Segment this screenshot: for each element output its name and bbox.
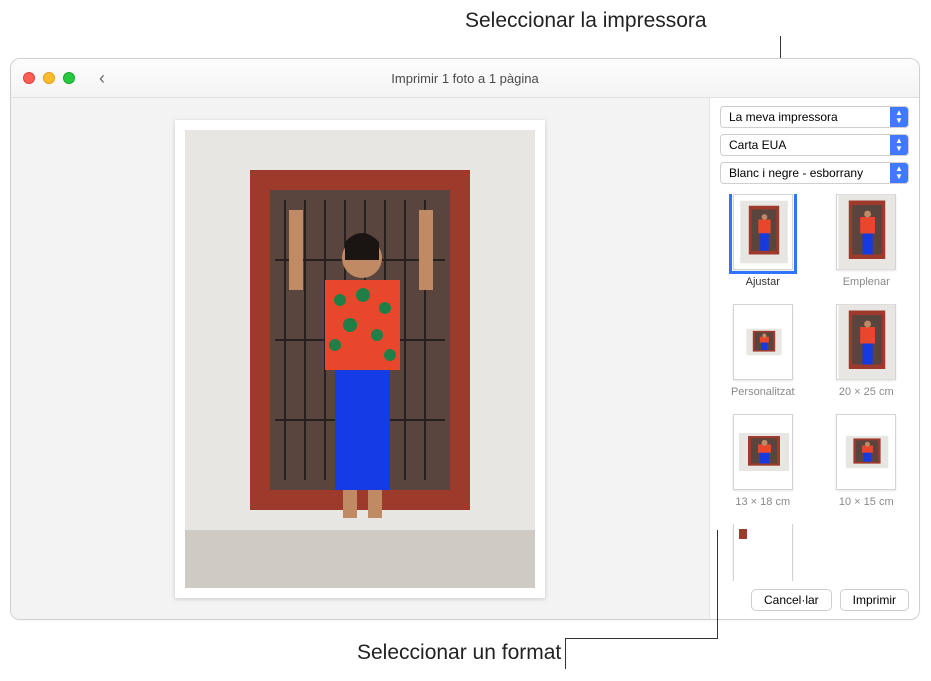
window-content: La meva impressora Carta EUA Blanc i neg… bbox=[11, 98, 919, 619]
preview-page bbox=[175, 120, 545, 598]
print-sidebar: La meva impressora Carta EUA Blanc i neg… bbox=[709, 98, 919, 619]
callout-line bbox=[565, 639, 566, 669]
titlebar: ‹ Imprimir 1 foto a 1 pàgina bbox=[11, 59, 919, 98]
preview-photo bbox=[185, 130, 535, 588]
cancel-button[interactable]: Cancel·lar bbox=[751, 589, 832, 611]
print-window: ‹ Imprimir 1 foto a 1 pàgina bbox=[10, 58, 920, 620]
callout-line bbox=[565, 638, 718, 639]
annotation-printer: Seleccionar la impressora bbox=[465, 9, 707, 33]
format-label: Ajustar bbox=[746, 276, 780, 288]
callout-line bbox=[717, 530, 718, 639]
print-button[interactable]: Imprimir bbox=[840, 589, 909, 611]
format-option-10x15[interactable]: 10 × 15 cm bbox=[824, 414, 910, 508]
format-option-fill[interactable]: Emplenar bbox=[824, 194, 910, 288]
dropdown-arrows-icon bbox=[890, 135, 908, 155]
format-option-custom[interactable]: Personalitzat bbox=[720, 304, 806, 398]
annotation-format: Seleccionar un format bbox=[357, 641, 561, 665]
format-label: 13 × 18 cm bbox=[735, 496, 790, 508]
dropdown-arrows-icon bbox=[890, 107, 908, 127]
format-label: Emplenar bbox=[843, 276, 890, 288]
dropdown-arrows-icon bbox=[890, 163, 908, 183]
quality-select[interactable]: Blanc i negre - esborrany bbox=[720, 162, 909, 184]
printer-select-value: La meva impressora bbox=[729, 110, 838, 124]
format-thumb bbox=[733, 304, 793, 380]
paper-size-select[interactable]: Carta EUA bbox=[720, 134, 909, 156]
back-button[interactable]: ‹ bbox=[99, 68, 105, 89]
format-thumb bbox=[733, 524, 793, 581]
format-thumb bbox=[836, 304, 896, 380]
format-option-20x25[interactable]: 20 × 25 cm bbox=[824, 304, 910, 398]
close-button[interactable] bbox=[23, 72, 35, 84]
format-thumb bbox=[836, 194, 896, 270]
format-thumb bbox=[733, 414, 793, 490]
quality-value: Blanc i negre - esborrany bbox=[729, 166, 863, 180]
format-grid: Ajustar Emplenar Personalitzat bbox=[720, 194, 909, 581]
window-controls bbox=[11, 72, 75, 84]
minimize-button[interactable] bbox=[43, 72, 55, 84]
print-preview-area bbox=[11, 98, 709, 619]
format-label: 10 × 15 cm bbox=[839, 496, 894, 508]
format-thumb bbox=[733, 194, 793, 270]
paper-size-value: Carta EUA bbox=[729, 138, 786, 152]
fullscreen-button[interactable] bbox=[63, 72, 75, 84]
format-label: Personalitzat bbox=[731, 386, 795, 398]
dialog-buttons: Cancel·lar Imprimir bbox=[720, 581, 909, 611]
format-option-13x18[interactable]: 13 × 18 cm bbox=[720, 414, 806, 508]
format-option-contact[interactable] bbox=[720, 524, 806, 581]
format-label: 20 × 25 cm bbox=[839, 386, 894, 398]
printer-select[interactable]: La meva impressora bbox=[720, 106, 909, 128]
format-thumb bbox=[836, 414, 896, 490]
window-title: Imprimir 1 foto a 1 pàgina bbox=[11, 71, 919, 86]
format-option-fit[interactable]: Ajustar bbox=[720, 194, 806, 288]
